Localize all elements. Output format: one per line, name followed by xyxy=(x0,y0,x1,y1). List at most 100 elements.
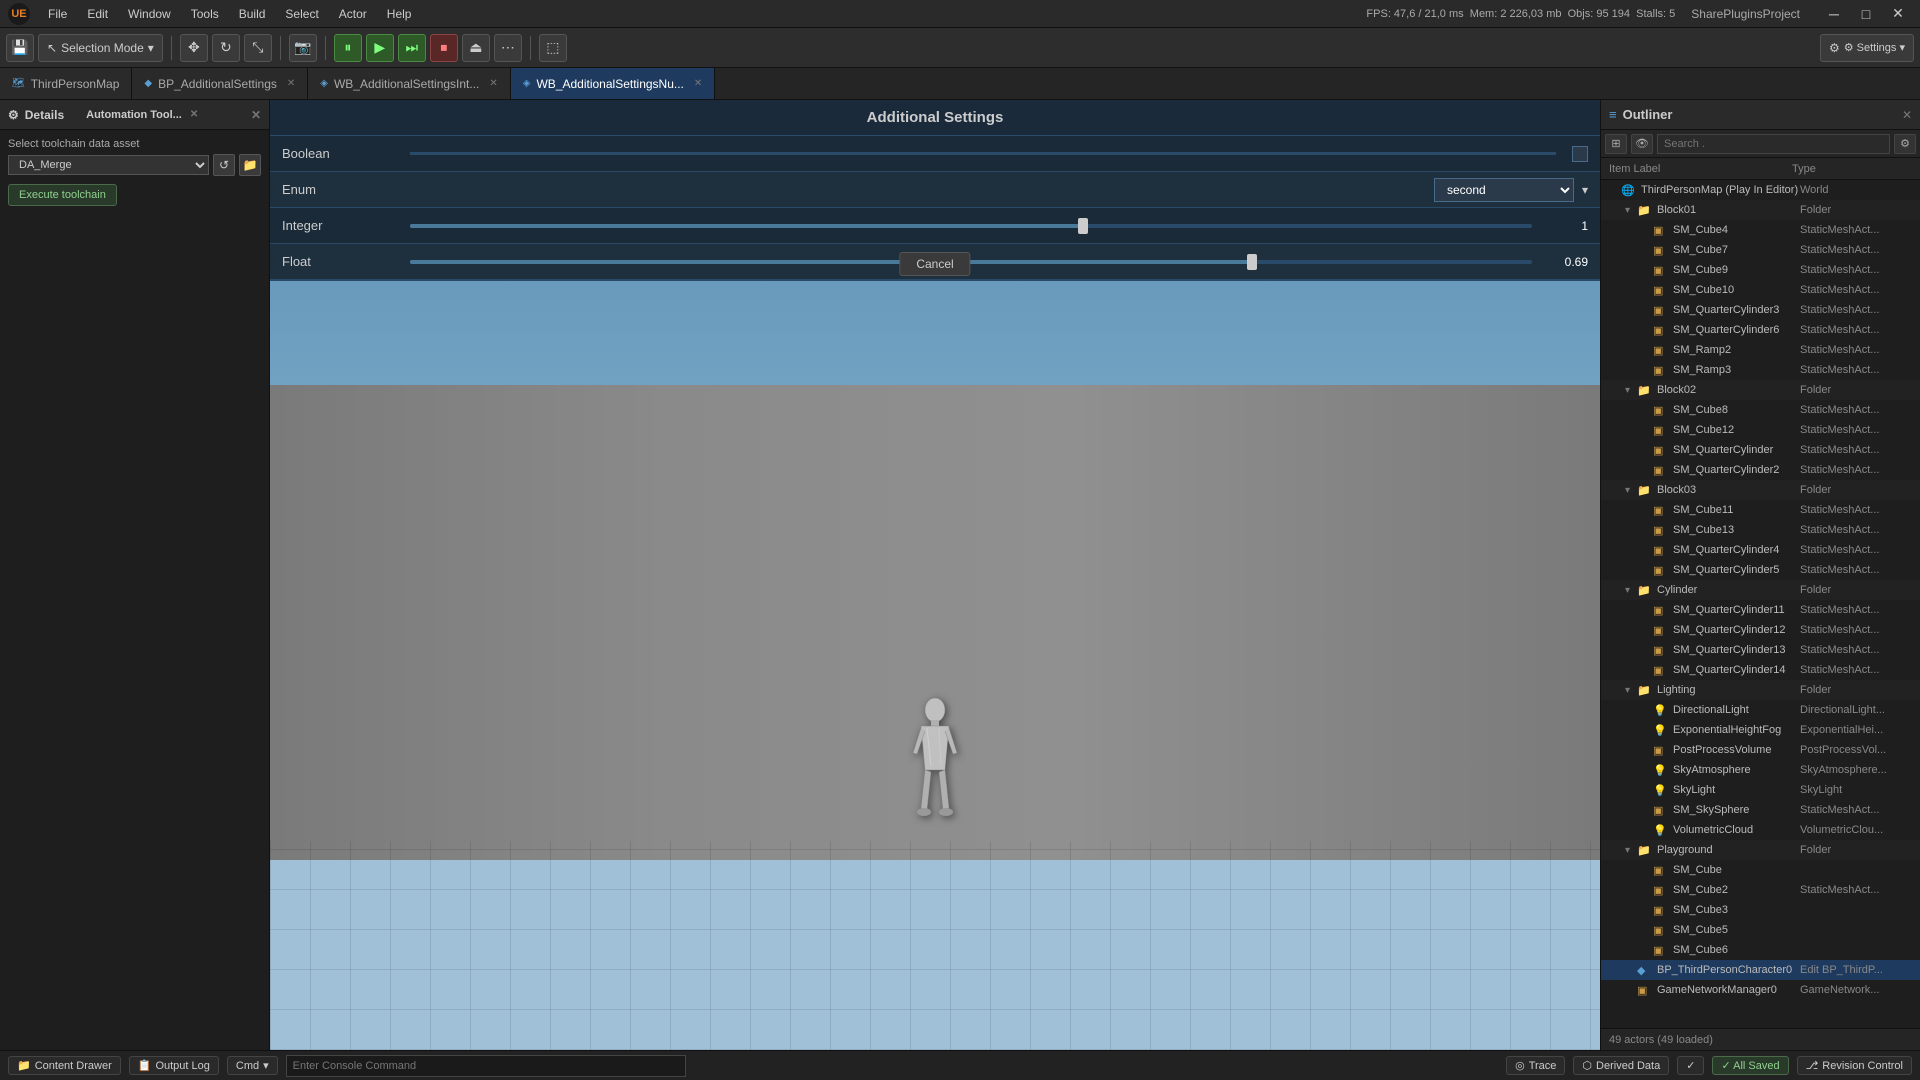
enum-select[interactable]: second xyxy=(1434,178,1574,202)
tree-item-playground[interactable]: ▾📁PlaygroundFolder xyxy=(1601,840,1920,860)
tree-item-sm_quartercylinder4[interactable]: ▣SM_QuarterCylinder4StaticMeshAct... xyxy=(1601,540,1920,560)
menu-select[interactable]: Select xyxy=(275,5,328,23)
minimize-button[interactable]: ─ xyxy=(1820,0,1848,28)
toolbar-save-icon[interactable]: 💾 xyxy=(6,34,34,62)
tree-item-block01[interactable]: ▾📁Block01Folder xyxy=(1601,200,1920,220)
stop-button[interactable]: ⏹ xyxy=(430,34,458,62)
skip-forward-button[interactable]: ⏭ xyxy=(398,34,426,62)
da-merge-select[interactable]: DA_Merge xyxy=(8,155,209,175)
tree-item-sm_cube6[interactable]: ▣SM_Cube6 xyxy=(1601,940,1920,960)
eject-button[interactable]: ⏏ xyxy=(462,34,490,62)
tree-item-sm_ramp3[interactable]: ▣SM_Ramp3StaticMeshAct... xyxy=(1601,360,1920,380)
toolbar-camera-icon[interactable]: 📷 xyxy=(289,34,317,62)
tab-thirdpersonmap[interactable]: 🗺 ThirdPersonMap xyxy=(0,68,132,99)
expand-icon[interactable]: ▾ xyxy=(1625,205,1637,216)
revision-control-label-button[interactable]: ⎇ Revision Control xyxy=(1797,1056,1912,1075)
tree-item-sm_cube[interactable]: ▣SM_Cube xyxy=(1601,860,1920,880)
tab-close-1[interactable]: ✕ xyxy=(287,78,295,89)
float-slider-thumb[interactable] xyxy=(1247,254,1257,270)
automation-panel-close[interactable]: ✕ xyxy=(190,109,198,120)
tree-item-skyatmosphere[interactable]: 💡SkyAtmosphereSkyAtmosphere... xyxy=(1601,760,1920,780)
details-close[interactable]: ✕ xyxy=(251,108,261,122)
output-log-button[interactable]: 📋 Output Log xyxy=(129,1056,219,1075)
boolean-checkbox[interactable] xyxy=(1572,146,1588,162)
revision-control-button[interactable]: ✓ xyxy=(1677,1056,1704,1075)
tree-item-sm_quartercylinder13[interactable]: ▣SM_QuarterCylinder13StaticMeshAct... xyxy=(1601,640,1920,660)
tree-item-sm_cube7[interactable]: ▣SM_Cube7StaticMeshAct... xyxy=(1601,240,1920,260)
tree-item-bp_thirdpersoncharacter0[interactable]: ◆BP_ThirdPersonCharacter0Edit BP_ThirdP.… xyxy=(1601,960,1920,980)
browse-icon-btn[interactable]: 📁 xyxy=(239,154,261,176)
tree-item-sm_cube4[interactable]: ▣SM_Cube4StaticMeshAct... xyxy=(1601,220,1920,240)
content-drawer-button[interactable]: 📁 Content Drawer xyxy=(8,1056,121,1075)
menu-actor[interactable]: Actor xyxy=(329,5,377,23)
tab-bp-additionalsettings[interactable]: ◆ BP_AdditionalSettings ✕ xyxy=(132,68,308,99)
trace-button[interactable]: ◎ Trace xyxy=(1506,1056,1565,1075)
tree-item-sm_cube9[interactable]: ▣SM_Cube9StaticMeshAct... xyxy=(1601,260,1920,280)
cancel-button[interactable]: Cancel xyxy=(899,252,970,276)
toolbar-translate-icon[interactable]: ✥ xyxy=(180,34,208,62)
tree-item-exponentialheightfog[interactable]: 💡ExponentialHeightFogExponentialHei... xyxy=(1601,720,1920,740)
integer-slider-thumb[interactable] xyxy=(1078,218,1088,234)
tree-item-sm_quartercylinder2[interactable]: ▣SM_QuarterCylinder2StaticMeshAct... xyxy=(1601,460,1920,480)
expand-icon[interactable]: ▾ xyxy=(1625,585,1637,596)
menu-tools[interactable]: Tools xyxy=(181,5,229,23)
selection-mode-button[interactable]: ↖ Selection Mode ▾ xyxy=(38,34,163,62)
play-button[interactable]: ▶ xyxy=(366,34,394,62)
tab-wb-int[interactable]: ◈ WB_AdditionalSettingsInt... ✕ xyxy=(308,68,511,99)
tree-item-sm_quartercylinder[interactable]: ▣SM_QuarterCylinderStaticMeshAct... xyxy=(1601,440,1920,460)
tree-item-sm_skysphere[interactable]: ▣SM_SkySphereStaticMeshAct... xyxy=(1601,800,1920,820)
expand-icon[interactable]: ▾ xyxy=(1625,485,1637,496)
outliner-filter-btn[interactable]: ⊞ xyxy=(1605,134,1627,154)
tree-item-sm_cube12[interactable]: ▣SM_Cube12StaticMeshAct... xyxy=(1601,420,1920,440)
tree-item-sm_quartercylinder5[interactable]: ▣SM_QuarterCylinder5StaticMeshAct... xyxy=(1601,560,1920,580)
tree-item-sm_cube10[interactable]: ▣SM_Cube10StaticMeshAct... xyxy=(1601,280,1920,300)
cmd-button[interactable]: Cmd ▾ xyxy=(227,1056,278,1075)
tree-item-sm_quartercylinder3[interactable]: ▣SM_QuarterCylinder3StaticMeshAct... xyxy=(1601,300,1920,320)
close-button[interactable]: ✕ xyxy=(1884,0,1912,28)
tree-item-block02[interactable]: ▾📁Block02Folder xyxy=(1601,380,1920,400)
tree-item-sm_cube5[interactable]: ▣SM_Cube5 xyxy=(1601,920,1920,940)
toolbar-rotate-icon[interactable]: ↻ xyxy=(212,34,240,62)
tree-item-postprocessvolume[interactable]: ▣PostProcessVolumePostProcessVol... xyxy=(1601,740,1920,760)
menu-build[interactable]: Build xyxy=(229,5,276,23)
expand-icon[interactable]: ▾ xyxy=(1625,845,1637,856)
reset-icon-btn[interactable]: ↺ xyxy=(213,154,235,176)
tree-item-sm_quartercylinder11[interactable]: ▣SM_QuarterCylinder11StaticMeshAct... xyxy=(1601,600,1920,620)
tree-item-sm_cube3[interactable]: ▣SM_Cube3 xyxy=(1601,900,1920,920)
tab-close-3[interactable]: ✕ xyxy=(694,78,702,89)
console-input[interactable] xyxy=(286,1055,686,1077)
menu-edit[interactable]: Edit xyxy=(77,5,118,23)
tree-item-sm_quartercylinder12[interactable]: ▣SM_QuarterCylinder12StaticMeshAct... xyxy=(1601,620,1920,640)
menu-window[interactable]: Window xyxy=(118,5,181,23)
outliner-visibility-btn[interactable]: 👁 xyxy=(1631,134,1653,154)
tree-item-block03[interactable]: ▾📁Block03Folder xyxy=(1601,480,1920,500)
settings-button[interactable]: ⚙ ⚙ Settings ▾ xyxy=(1820,34,1914,62)
tree-item-sm_cube13[interactable]: ▣SM_Cube13StaticMeshAct... xyxy=(1601,520,1920,540)
dots-button[interactable]: ⋯ xyxy=(494,34,522,62)
tree-item-directionallight[interactable]: 💡DirectionalLightDirectionalLight... xyxy=(1601,700,1920,720)
tree-item-sm_cube8[interactable]: ▣SM_Cube8StaticMeshAct... xyxy=(1601,400,1920,420)
tree-item-sm_cube2[interactable]: ▣SM_Cube2StaticMeshAct... xyxy=(1601,880,1920,900)
pause-button[interactable]: ⏸ xyxy=(334,34,362,62)
outliner-search-input[interactable] xyxy=(1657,134,1890,154)
tree-item-cylinder[interactable]: ▾📁CylinderFolder xyxy=(1601,580,1920,600)
viewport[interactable]: Additional Settings Boolean Enum second … xyxy=(270,100,1600,1050)
derived-data-button[interactable]: ⬡ Derived Data xyxy=(1573,1056,1669,1075)
tab-close-2[interactable]: ✕ xyxy=(489,78,497,89)
toolbar-scale-icon[interactable]: ⤡ xyxy=(244,34,272,62)
tree-item-volumetriccloud[interactable]: 💡VolumetricCloudVolumetricClou... xyxy=(1601,820,1920,840)
tree-item-sm_cube11[interactable]: ▣SM_Cube11StaticMeshAct... xyxy=(1601,500,1920,520)
toolbar-misc-icon[interactable]: ⬚ xyxy=(539,34,567,62)
outliner-settings-btn[interactable]: ⚙ xyxy=(1894,134,1916,154)
tree-item-thirdpersonmap_root[interactable]: 🌐ThirdPersonMap (Play In Editor)World xyxy=(1601,180,1920,200)
menu-file[interactable]: File xyxy=(38,5,77,23)
tree-item-sm_quartercylinder14[interactable]: ▣SM_QuarterCylinder14StaticMeshAct... xyxy=(1601,660,1920,680)
menu-help[interactable]: Help xyxy=(377,5,422,23)
tree-item-gamenetworkmanager0[interactable]: ▣GameNetworkManager0GameNetwork... xyxy=(1601,980,1920,1000)
tree-item-sm_quartercylinder6[interactable]: ▣SM_QuarterCylinder6StaticMeshAct... xyxy=(1601,320,1920,340)
expand-icon[interactable]: ▾ xyxy=(1625,685,1637,696)
execute-toolchain-button[interactable]: Execute toolchain xyxy=(8,184,117,206)
tree-item-sm_ramp2[interactable]: ▣SM_Ramp2StaticMeshAct... xyxy=(1601,340,1920,360)
tree-item-skylight[interactable]: 💡SkyLightSkyLight xyxy=(1601,780,1920,800)
outliner-close[interactable]: ✕ xyxy=(1902,108,1912,122)
